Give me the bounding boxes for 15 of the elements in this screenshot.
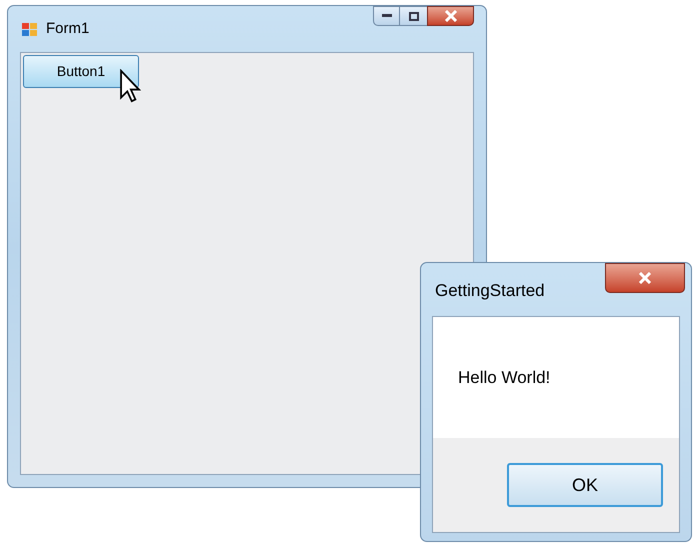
window-title: Form1 bbox=[46, 18, 90, 39]
button1[interactable]: Button1 bbox=[23, 55, 139, 88]
cursor-icon bbox=[119, 69, 141, 103]
close-button[interactable] bbox=[605, 263, 685, 293]
minimize-button[interactable] bbox=[373, 6, 400, 26]
maximize-icon bbox=[408, 12, 418, 20]
minimize-icon bbox=[382, 14, 392, 18]
message-text: Hello World! bbox=[458, 366, 550, 389]
close-button[interactable] bbox=[427, 6, 474, 26]
dialog-title: GettingStarted bbox=[435, 280, 545, 302]
maximize-button[interactable] bbox=[400, 6, 427, 26]
app-icon bbox=[22, 21, 38, 37]
close-icon bbox=[444, 10, 458, 22]
close-icon bbox=[638, 272, 652, 284]
ok-button[interactable]: OK bbox=[507, 463, 663, 507]
